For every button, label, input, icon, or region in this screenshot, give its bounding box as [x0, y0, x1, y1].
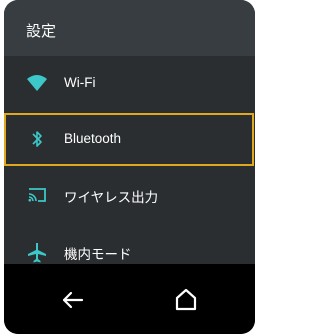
airplane-icon: [26, 241, 48, 263]
settings-item-airplane-mode[interactable]: 機内モード: [4, 224, 255, 264]
app-header: 設定: [4, 0, 255, 56]
settings-item-label: ワイヤレス出力: [64, 190, 159, 205]
wifi-icon: [26, 73, 48, 95]
settings-item-label: 機内モード: [64, 247, 132, 262]
cast-icon: [26, 184, 48, 206]
device-frame: 設定 Wi-Fi Bluetooth ワイヤレス出力 機内モード: [0, 0, 259, 336]
settings-screen: 設定 Wi-Fi Bluetooth ワイヤレス出力 機内モード: [4, 0, 255, 334]
settings-item-wifi[interactable]: Wi-Fi: [4, 56, 255, 114]
home-icon[interactable]: [173, 287, 199, 313]
bluetooth-icon: [26, 128, 48, 150]
settings-item-label: Bluetooth: [64, 131, 122, 146]
page-title: 設定: [26, 23, 57, 40]
back-arrow-icon[interactable]: [60, 287, 86, 313]
settings-item-label: Wi-Fi: [64, 75, 96, 90]
settings-item-bluetooth[interactable]: Bluetooth: [4, 113, 255, 168]
settings-item-wireless-display[interactable]: ワイヤレス出力: [4, 167, 255, 225]
navigation-bar: [4, 264, 255, 334]
